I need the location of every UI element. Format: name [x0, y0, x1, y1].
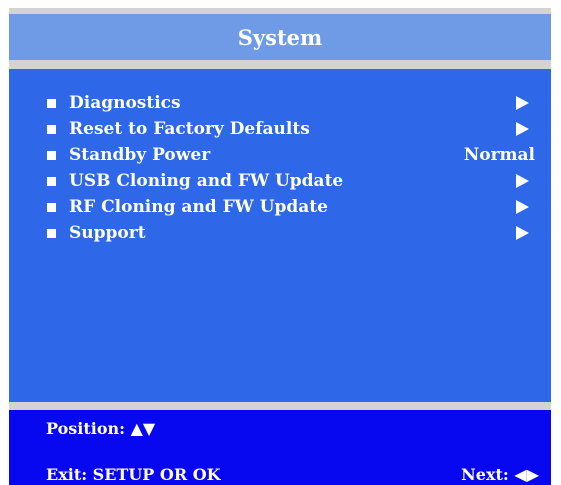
menu-item-rf-cloning[interactable]: RF Cloning and FW Update — [9, 194, 551, 220]
osd-window: System Diagnostics Reset to Factory Defa… — [9, 8, 551, 485]
menu-item-label: Reset to Factory Defaults — [69, 119, 310, 139]
menu-item-label: RF Cloning and FW Update — [69, 197, 328, 217]
square-bullet-icon — [47, 99, 56, 108]
square-bullet-icon — [47, 151, 56, 160]
right-arrow-icon — [516, 200, 529, 214]
menu-item-support[interactable]: Support — [9, 220, 551, 246]
menu-panel: Diagnostics Reset to Factory Defaults St… — [9, 69, 551, 402]
menu-item-reset-factory-defaults[interactable]: Reset to Factory Defaults — [9, 116, 551, 142]
menu-item-label: Diagnostics — [69, 93, 181, 113]
position-hint: Position: ▲▼ — [46, 419, 156, 438]
menu-item-label: Support — [69, 223, 146, 243]
exit-hint: Exit: SETUP OR OK — [46, 465, 221, 484]
menu-item-usb-cloning[interactable]: USB Cloning and FW Update — [9, 168, 551, 194]
square-bullet-icon — [47, 125, 56, 134]
menu-item-standby-power[interactable]: Standby Power Normal — [9, 142, 551, 168]
menu-item-diagnostics[interactable]: Diagnostics — [9, 90, 551, 116]
footer-help-bar: Position: ▲▼ Exit: SETUP OR OK Next: ◀▶ — [9, 410, 551, 485]
right-arrow-icon — [516, 122, 529, 136]
menu-item-label: Standby Power — [69, 145, 211, 165]
right-arrow-icon — [516, 174, 529, 188]
square-bullet-icon — [47, 177, 56, 186]
right-arrow-icon — [516, 226, 529, 240]
right-arrow-icon — [516, 96, 529, 110]
square-bullet-icon — [47, 203, 56, 212]
page-title: System — [237, 24, 323, 50]
standby-power-value: Normal — [463, 145, 535, 165]
square-bullet-icon — [47, 229, 56, 238]
title-bar: System — [9, 14, 551, 60]
menu-item-label: USB Cloning and FW Update — [69, 171, 344, 191]
menu-list: Diagnostics Reset to Factory Defaults St… — [9, 90, 551, 246]
next-hint: Next: ◀▶ — [461, 465, 539, 484]
